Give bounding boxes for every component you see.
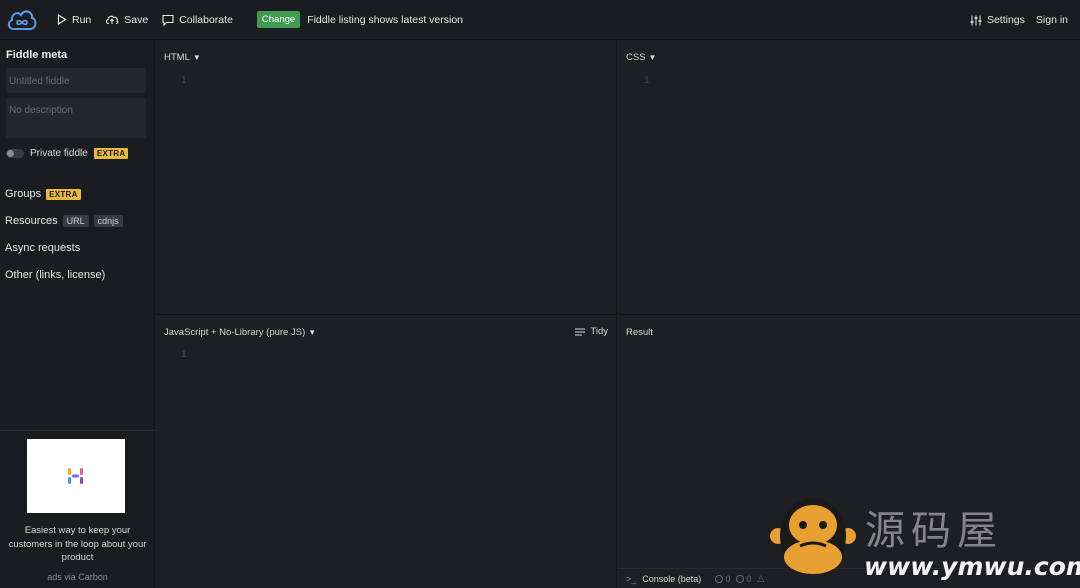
save-button[interactable]: Save bbox=[105, 14, 148, 26]
js-editor-panel[interactable]: JavaScript + No-Library (pure JS) ▼ Tidy… bbox=[156, 316, 617, 588]
ad-image[interactable] bbox=[27, 439, 125, 513]
private-fiddle-row: Private fiddle EXTRA bbox=[6, 148, 129, 159]
fiddle-title-input[interactable]: Untitled fiddle bbox=[6, 68, 146, 93]
info-circle-icon bbox=[736, 574, 745, 583]
sign-in-label: Sign in bbox=[1035, 14, 1068, 26]
sign-in-button[interactable]: Sign in bbox=[1036, 14, 1068, 26]
resources-url-badge[interactable]: URL bbox=[62, 215, 89, 227]
console-label: Console (beta) bbox=[642, 573, 702, 584]
html-label: HTML bbox=[164, 52, 190, 63]
collaborate-label: Collaborate bbox=[179, 13, 233, 26]
console-error-count: 0 bbox=[715, 574, 730, 584]
tidy-button[interactable]: Tidy bbox=[575, 326, 608, 337]
topbar-right: Settings Sign in bbox=[970, 0, 1068, 40]
caret-down-icon: ▼ bbox=[308, 328, 317, 337]
error-circle-icon bbox=[715, 574, 724, 583]
run-button[interactable]: Run bbox=[57, 14, 91, 26]
ad-via-link[interactable]: ads via Carbon bbox=[0, 572, 155, 582]
ad-logo-icon bbox=[68, 468, 83, 484]
css-panel-label[interactable]: CSS ▼ bbox=[626, 52, 656, 63]
top-bar: Run Save Collaborate Change Fiddle listi… bbox=[0, 0, 1080, 40]
fiddle-description-input[interactable]: No description bbox=[6, 98, 146, 138]
ad-text[interactable]: Easiest way to keep your customers in th… bbox=[4, 524, 151, 565]
result-label: Result bbox=[626, 327, 653, 338]
extra-badge: EXTRA bbox=[93, 148, 129, 159]
result-panel-label: Result bbox=[626, 327, 653, 338]
sliders-icon bbox=[970, 15, 982, 25]
console-info-count: 0 bbox=[736, 574, 751, 584]
private-fiddle-label: Private fiddle bbox=[30, 148, 88, 159]
watermark-url: www.ymwu.com bbox=[864, 552, 1080, 581]
sidebar-item-other[interactable]: Other (links, license) bbox=[5, 269, 105, 281]
js-panel-label[interactable]: JavaScript + No-Library (pure JS) ▼ bbox=[164, 327, 316, 338]
jsfiddle-logo-icon[interactable] bbox=[5, 7, 39, 33]
carbon-ad[interactable]: Easiest way to keep your customers in th… bbox=[0, 430, 155, 588]
watermark: 源码屋 www.ymwu.com bbox=[770, 490, 1080, 588]
listing-notice: Fiddle listing shows latest version bbox=[307, 13, 464, 26]
align-lines-icon bbox=[575, 328, 586, 335]
chat-bubble-icon bbox=[162, 14, 174, 26]
sidebar-item-async-requests[interactable]: Async requests bbox=[5, 242, 80, 254]
async-label: Async requests bbox=[5, 242, 81, 254]
other-label: Other (links, license) bbox=[5, 269, 106, 281]
resources-label: Resources bbox=[5, 215, 58, 227]
sidebar-item-resources[interactable]: Resources URL cdnjs bbox=[5, 215, 123, 227]
tidy-label: Tidy bbox=[590, 326, 608, 337]
change-badge[interactable]: Change bbox=[256, 11, 301, 28]
run-label: Run bbox=[72, 13, 92, 26]
line-number: 1 bbox=[181, 76, 187, 86]
groups-label: Groups bbox=[5, 188, 42, 200]
play-icon bbox=[57, 14, 67, 25]
cloud-upload-icon bbox=[106, 15, 119, 25]
terminal-icon: >_ bbox=[626, 573, 637, 584]
sidebar-item-groups[interactable]: Groups EXTRA bbox=[5, 188, 81, 200]
watermark-chinese-text: 源码屋 bbox=[865, 508, 1003, 554]
resources-cdnjs-badge[interactable]: cdnjs bbox=[93, 215, 123, 227]
save-label: Save bbox=[124, 13, 149, 26]
css-editor-panel[interactable]: CSS ▼ 1 bbox=[618, 41, 1080, 315]
private-fiddle-toggle[interactable] bbox=[6, 149, 24, 158]
caret-down-icon: ▼ bbox=[648, 53, 657, 62]
sidebar-title: Fiddle meta bbox=[6, 49, 68, 61]
sidebar: Fiddle meta Untitled fiddle No descripti… bbox=[0, 40, 155, 588]
css-label: CSS bbox=[626, 52, 646, 63]
collaborate-button[interactable]: Collaborate bbox=[162, 14, 233, 26]
line-number: 1 bbox=[181, 350, 187, 360]
caret-down-icon: ▼ bbox=[192, 53, 201, 62]
html-editor-panel[interactable]: HTML ▼ 1 bbox=[156, 41, 617, 315]
js-label: JavaScript + No-Library (pure JS) bbox=[164, 327, 306, 338]
html-panel-label[interactable]: HTML ▼ bbox=[164, 52, 201, 63]
settings-button[interactable]: Settings bbox=[970, 14, 1025, 26]
line-number: 1 bbox=[644, 76, 650, 86]
settings-label: Settings bbox=[986, 14, 1025, 26]
monkey-logo-icon bbox=[770, 498, 856, 574]
warning-icon: △ bbox=[757, 573, 765, 583]
extra-badge: EXTRA bbox=[46, 188, 81, 200]
